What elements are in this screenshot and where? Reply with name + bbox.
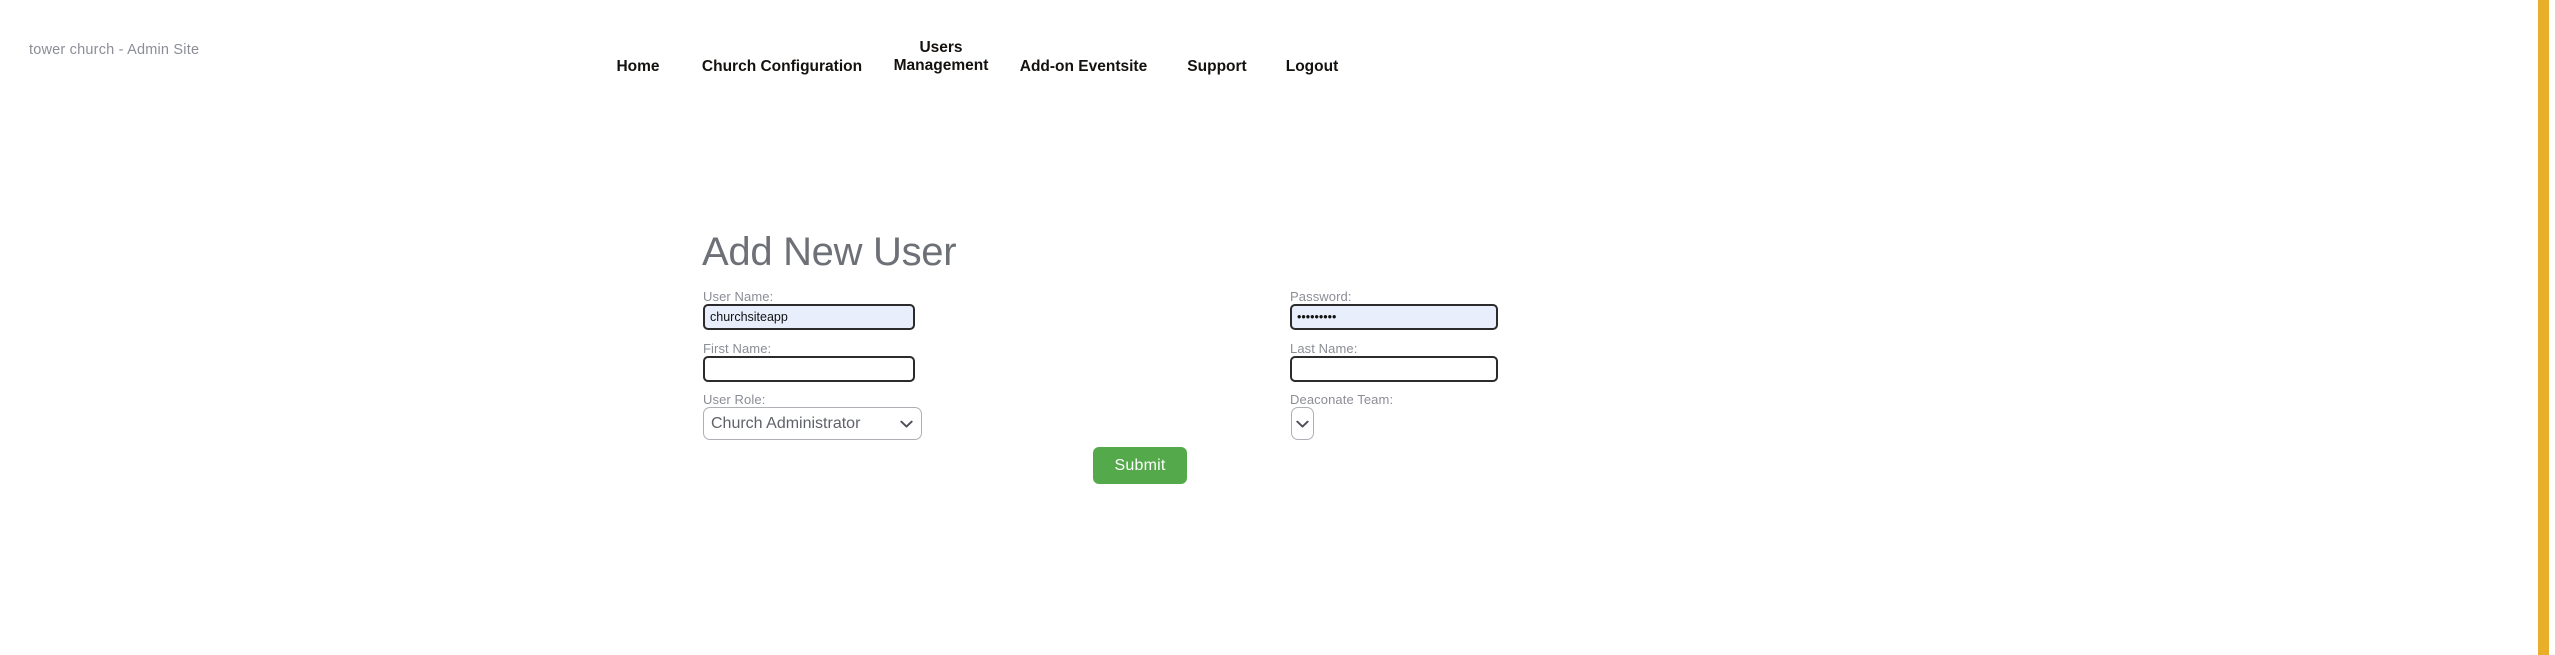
submit-button[interactable]: Submit — [1093, 447, 1187, 484]
first-name-input[interactable] — [703, 356, 915, 382]
page-title: Add New User — [702, 230, 957, 274]
user-role-select[interactable]: Church Administrator — [703, 407, 922, 440]
add-user-form: Add New User User Name: First Name: User… — [0, 0, 2555, 655]
deaconate-team-label: Deaconate Team: — [1290, 392, 1394, 407]
user-role-label: User Role: — [703, 392, 766, 407]
last-name-label: Last Name: — [1290, 341, 1358, 356]
last-name-input[interactable] — [1290, 356, 1498, 382]
user-name-label: User Name: — [703, 289, 774, 304]
password-input[interactable] — [1290, 304, 1498, 330]
deaconate-team-select[interactable] — [1291, 407, 1314, 440]
first-name-label: First Name: — [703, 341, 772, 356]
deaconate-team-select-wrap — [1291, 407, 1314, 440]
user-name-input[interactable] — [703, 304, 915, 330]
password-label: Password: — [1290, 289, 1352, 304]
user-role-select-wrap: Church Administrator — [703, 407, 922, 440]
